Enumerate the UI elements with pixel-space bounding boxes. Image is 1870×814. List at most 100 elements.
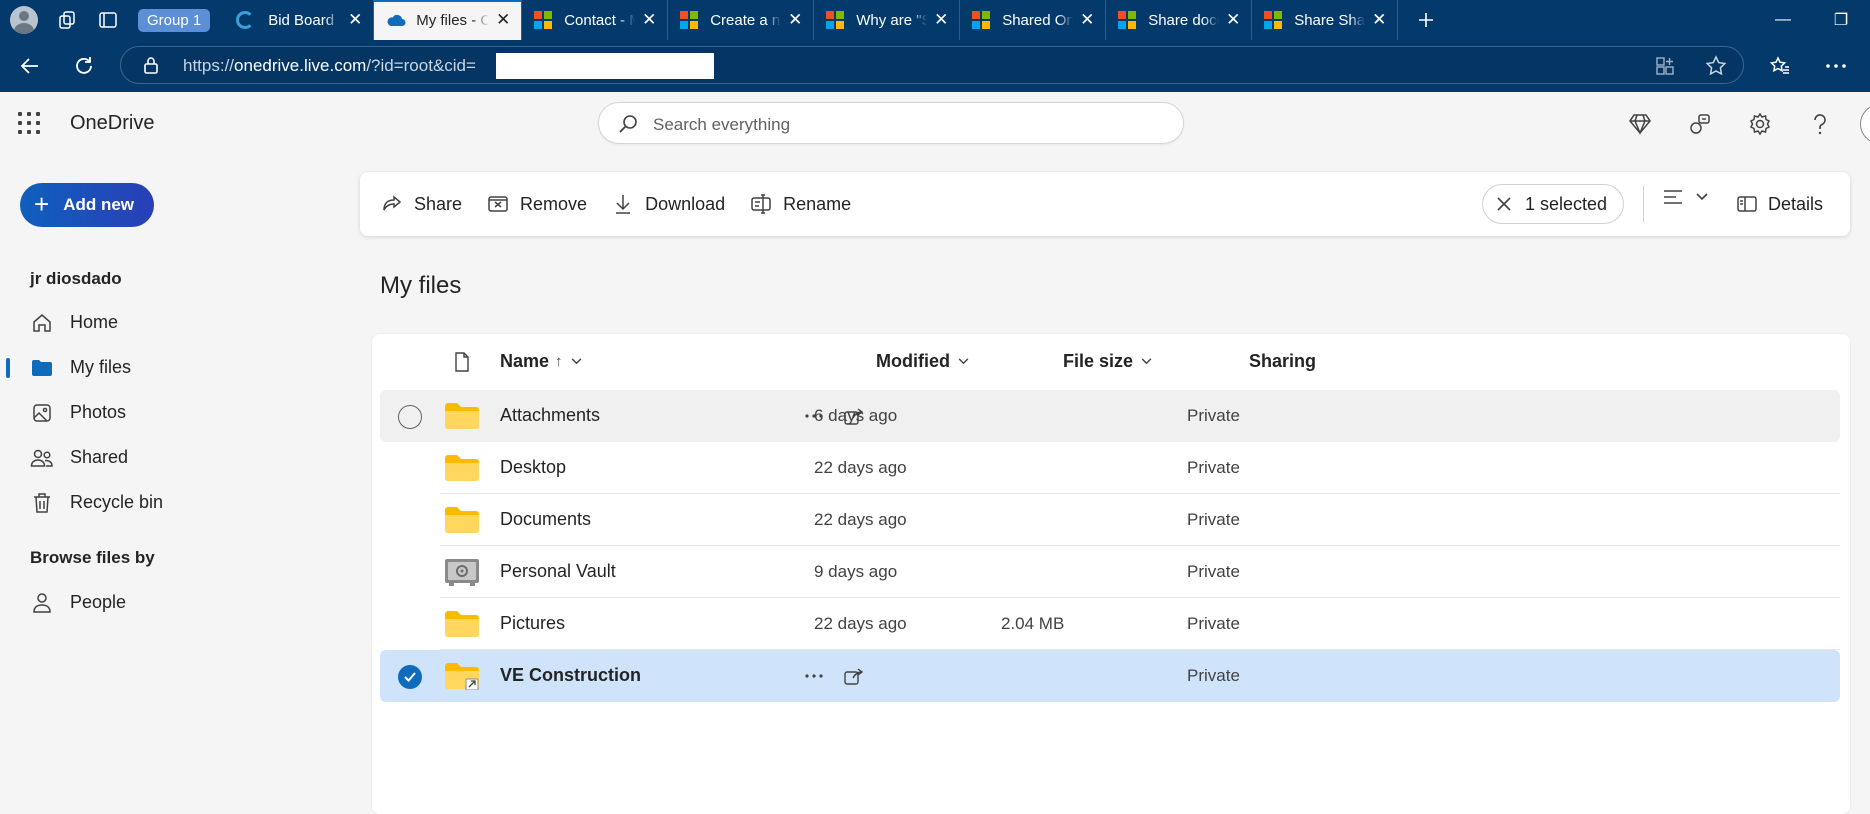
settings-gear-icon[interactable]	[1744, 108, 1776, 140]
tab-actions-icon[interactable]	[88, 0, 128, 40]
tab-share-documents[interactable]: Share documents ✕	[1106, 0, 1253, 40]
url-field[interactable]: https://onedrive.live.com/?id=root&cid=	[120, 46, 1744, 84]
tab-create-new[interactable]: Create a new q ✕	[668, 0, 815, 40]
sidebar-item-shared[interactable]: Shared	[0, 435, 340, 480]
clear-selection-button[interactable]: 1 selected	[1482, 184, 1624, 224]
remove-icon	[486, 192, 510, 216]
column-header-name[interactable]: Name ↑	[500, 351, 582, 372]
bidboard-icon	[236, 11, 255, 29]
file-modified: 22 days ago	[814, 458, 907, 477]
favorites-icon[interactable]	[1762, 48, 1798, 84]
table-row[interactable]: Attachments 6 days ago Private	[380, 390, 1840, 442]
rename-button[interactable]: Rename	[737, 184, 863, 224]
close-tab-icon[interactable]: ✕	[347, 10, 363, 30]
lock-icon[interactable]	[143, 56, 159, 74]
sidebar-item-label: Home	[70, 312, 119, 332]
file-sharing: Private	[1187, 406, 1240, 425]
column-header-file-size[interactable]: File size	[1063, 351, 1152, 372]
file-modified: 22 days ago	[814, 614, 907, 633]
remove-button[interactable]: Remove	[474, 184, 599, 224]
view-options-button[interactable]	[1662, 188, 1708, 206]
file-name[interactable]: Desktop	[500, 457, 566, 478]
close-tab-icon[interactable]: ✕	[1079, 10, 1095, 30]
file-name[interactable]: VE Construction	[500, 665, 641, 686]
details-button[interactable]: Details	[1736, 184, 1823, 224]
tab-contact[interactable]: Contact - Microsoft ✕	[522, 0, 669, 40]
app-brand[interactable]: OneDrive	[70, 112, 154, 135]
file-name[interactable]: Pictures	[500, 613, 565, 634]
more-actions-icon[interactable]	[800, 664, 828, 688]
file-name[interactable]: Attachments	[500, 405, 600, 426]
sidebar-item-people[interactable]: People	[0, 580, 340, 625]
minimize-icon[interactable]: —	[1754, 0, 1812, 40]
column-label: Modified	[876, 351, 950, 371]
cloud-settings-icon[interactable]	[1684, 108, 1716, 140]
file-name[interactable]: Personal Vault	[500, 561, 616, 582]
tab-share-sharepoint[interactable]: Share SharePoint ✕	[1252, 0, 1399, 40]
close-tab-icon[interactable]: ✕	[1225, 10, 1241, 30]
new-tab-icon[interactable]	[1406, 0, 1446, 40]
tab-my-files[interactable]: My files - OneDrive ✕	[374, 0, 523, 40]
search-icon	[619, 115, 637, 133]
window-controls: — ❐	[1754, 0, 1870, 40]
refresh-icon[interactable]	[66, 48, 102, 84]
table-row[interactable]: Pictures 22 days ago 2.04 MB Private	[380, 598, 1840, 650]
tab-shared-onedrive[interactable]: Shared OneDrive ✕	[960, 0, 1107, 40]
download-button[interactable]: Download	[599, 184, 737, 224]
profile-avatar-icon	[10, 6, 38, 34]
sidebar-item-my-files[interactable]: My files	[0, 345, 340, 390]
details-pane-icon	[1736, 195, 1758, 213]
table-row[interactable]: VE Construction Private	[380, 650, 1840, 702]
close-tab-icon[interactable]: ✕	[641, 10, 657, 30]
close-tab-icon[interactable]: ✕	[787, 10, 803, 30]
tab-label: Contact - Microsoft	[564, 11, 635, 29]
file-name[interactable]: Documents	[500, 509, 591, 530]
add-new-label: Add new	[63, 195, 135, 214]
plus-icon: +	[34, 189, 50, 219]
sidebar-item-photos[interactable]: Photos	[0, 390, 340, 435]
photos-icon	[30, 401, 54, 425]
tab-label: Share documents	[1148, 11, 1219, 29]
close-tab-icon[interactable]: ✕	[933, 10, 949, 30]
restore-icon[interactable]: ❐	[1812, 0, 1870, 40]
column-header-sharing[interactable]: Sharing	[1249, 351, 1316, 372]
column-label: Name	[500, 351, 550, 371]
app-available-icon[interactable]	[1655, 56, 1675, 76]
microsoft-icon	[1264, 11, 1283, 29]
premium-diamond-icon[interactable]	[1624, 108, 1656, 140]
column-header-modified[interactable]: Modified	[876, 351, 969, 372]
table-row[interactable]: Desktop 22 days ago Private	[380, 442, 1840, 494]
tab-why-shared[interactable]: Why are "Shared" ✕	[814, 0, 961, 40]
folder-icon	[445, 507, 479, 533]
share-icon[interactable]	[840, 662, 868, 690]
close-tab-icon[interactable]: ✕	[495, 10, 511, 30]
close-tab-icon[interactable]: ✕	[1371, 10, 1387, 30]
search-input[interactable]: Search everything	[598, 102, 1184, 144]
app-launcher-icon[interactable]	[18, 112, 40, 134]
workspaces-icon[interactable]	[48, 0, 88, 40]
favorite-star-icon[interactable]	[1705, 55, 1727, 77]
row-select-radio[interactable]	[398, 405, 422, 429]
selected-count: 1 selected	[1525, 193, 1608, 214]
add-new-button[interactable]: + Add new	[20, 183, 154, 227]
profile-button[interactable]	[0, 0, 48, 40]
account-avatar[interactable]	[1860, 104, 1870, 144]
row-checked-icon[interactable]	[398, 665, 422, 689]
divider	[1643, 186, 1644, 222]
help-icon[interactable]	[1804, 108, 1836, 140]
tab-group-label[interactable]: Group 1	[138, 8, 211, 32]
table-row[interactable]: Documents 22 days ago Private	[380, 494, 1840, 546]
table-row[interactable]: Personal Vault 9 days ago Private	[380, 546, 1840, 598]
tab-label: Share SharePoint	[1294, 11, 1366, 29]
tab-bid-board[interactable]: Bid Board ✕	[224, 0, 375, 40]
back-icon[interactable]	[12, 48, 48, 84]
share-button[interactable]: Share	[368, 184, 474, 224]
tab-label: My files - OneDrive	[416, 11, 490, 29]
onedrive-icon	[387, 14, 406, 26]
file-type-icon[interactable]	[454, 352, 470, 372]
sidebar-item-recycle-bin[interactable]: Recycle bin	[0, 480, 340, 525]
sidebar-item-home[interactable]: Home	[0, 300, 340, 345]
list-header: Name ↑ Modified File size Sharing	[372, 334, 1850, 390]
more-options-icon[interactable]	[1818, 48, 1854, 84]
microsoft-icon	[826, 11, 845, 29]
